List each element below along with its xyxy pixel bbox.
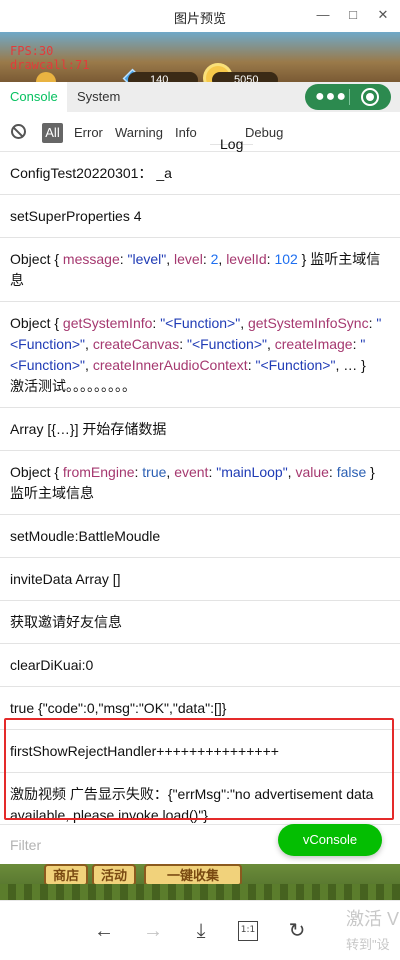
close-capsule-icon[interactable] — [361, 88, 379, 106]
grass-strip — [0, 884, 400, 900]
window-titlebar: 图片预览 — □ ✕ — [0, 0, 400, 32]
log-text: : — [119, 251, 128, 267]
capsule-divider — [349, 89, 350, 105]
tab-console[interactable]: Console — [0, 82, 67, 112]
log-string: "<Function>" — [160, 315, 241, 331]
log-item: Object { fromEngine: true, event: "mainL… — [0, 451, 400, 515]
log-list[interactable]: ConfigTest20220301： _a setSuperPropertie… — [0, 152, 400, 824]
log-string: "mainLoop" — [216, 464, 288, 480]
maximize-icon[interactable]: □ — [344, 6, 362, 24]
log-key: levelId — [226, 251, 267, 267]
log-item: Array [{…}] 开始存储数据 — [0, 408, 400, 451]
log-item: true {"code":0,"msg":"OK","data":[]} — [0, 687, 400, 730]
log-text: : — [328, 464, 337, 480]
log-text: Object { — [10, 464, 63, 480]
mini-program-capsule: ●●● — [305, 84, 391, 110]
log-key: getSystemInfo — [62, 315, 153, 331]
log-item: 获取邀请好友信息 — [0, 601, 400, 644]
log-text: , — [266, 336, 275, 352]
game-shop-button: 商店 — [44, 864, 88, 886]
log-item: firstShowRejectHandler+++++++++++++++ — [0, 730, 400, 773]
vconsole-toggle-button[interactable]: vConsole — [278, 824, 382, 856]
minimize-icon[interactable]: — — [314, 6, 332, 24]
log-text: Object { — [10, 315, 63, 331]
log-text: , … } — [335, 357, 366, 373]
download-icon[interactable]: ⤓ — [189, 919, 213, 943]
filter-input[interactable] — [10, 834, 270, 856]
arrow-right-icon[interactable]: → — [141, 919, 165, 943]
log-key: createImage — [274, 336, 353, 352]
vconsole-tabbar: Console System ●●● — [0, 82, 400, 112]
activation-watermark: 激活 V — [346, 909, 400, 929]
coin-counter: 5050 — [212, 72, 278, 82]
log-string: "<Function>" — [255, 357, 336, 373]
log-key: createInnerAudioContext — [92, 357, 248, 373]
log-boolean: true — [142, 464, 167, 480]
log-key: getSystemInfoSync — [247, 315, 369, 331]
log-item: Object { message: "level", level: 2, lev… — [0, 238, 400, 302]
log-string: "level" — [127, 251, 167, 267]
log-key: level — [174, 251, 203, 267]
log-number: 102 — [274, 251, 298, 267]
game-collect-button: 一键收集 — [144, 864, 242, 886]
clear-icon[interactable] — [11, 124, 26, 139]
log-item: Object { getSystemInfo: "<Function>", ge… — [0, 302, 400, 408]
window-title: 图片预览 — [173, 11, 226, 26]
log-key: fromEngine — [62, 464, 135, 480]
avatar — [36, 72, 56, 82]
log-item: ConfigTest20220301： _a — [0, 152, 400, 195]
log-key: createCanvas — [92, 336, 180, 352]
filter-debug[interactable]: Debug — [245, 123, 283, 143]
log-filter-toolbar: All Error Warning Info Log Debug — [0, 112, 400, 152]
log-text: 激活测试。。。。。。。。。 — [10, 378, 136, 394]
log-text: : — [202, 251, 211, 267]
log-text: , — [166, 251, 175, 267]
log-item: setSuperProperties 4 — [0, 195, 400, 238]
activation-watermark-sub: 转到"设 — [346, 937, 390, 952]
log-text: , — [85, 336, 93, 352]
log-item: setMoudle:BattleMoudle — [0, 515, 400, 558]
log-item: inviteData Array [] — [0, 558, 400, 601]
fps-text: FPS:30 — [10, 44, 54, 58]
log-item: clearDiKuai:0 — [0, 644, 400, 687]
log-string: "<Function>" — [186, 336, 267, 352]
rotate-icon[interactable]: ↻ — [285, 919, 309, 943]
game-background-bottom: 商店 活动 一键收集 — [0, 864, 400, 900]
log-key: value — [295, 464, 329, 480]
gem-counter: 140 — [128, 72, 198, 82]
log-item: 激励视频 广告显示失败：{"errMsg":"no advertisement … — [0, 773, 400, 824]
drawcall-text: drawcall:71 — [10, 58, 90, 72]
more-icon[interactable]: ●●● — [315, 89, 347, 105]
game-event-button: 活动 — [92, 864, 136, 886]
log-key: message — [62, 251, 120, 267]
actual-size-button[interactable]: 1:1 — [238, 921, 258, 941]
filter-warning[interactable]: Warning — [115, 123, 163, 143]
filter-error[interactable]: Error — [74, 123, 103, 143]
filter-all[interactable]: All — [42, 123, 63, 143]
preview-navbar: ← → ⤓ 1:1 ↻ — [0, 900, 400, 960]
log-text: , — [240, 315, 248, 331]
filter-info[interactable]: Info — [175, 123, 197, 143]
close-icon[interactable]: ✕ — [374, 6, 392, 24]
log-text: , — [85, 357, 93, 373]
arrow-left-icon[interactable]: ← — [92, 919, 116, 943]
log-text: Object { — [10, 251, 63, 267]
fps-overlay: FPS:30 drawcall:71 — [10, 44, 89, 72]
log-boolean: false — [336, 464, 367, 480]
log-key: event — [174, 464, 209, 480]
log-text: : — [179, 336, 187, 352]
tab-system[interactable]: System — [67, 82, 130, 112]
